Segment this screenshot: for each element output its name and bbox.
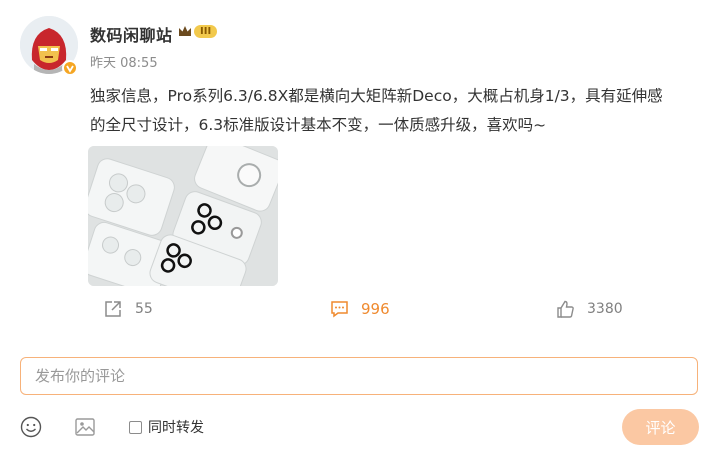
also-repost-option[interactable]: 同时转发 [129, 417, 204, 437]
thumb-up-icon [557, 300, 574, 318]
comment-count: 996 [361, 300, 390, 318]
comment-input[interactable] [21, 358, 675, 394]
post-image[interactable] [88, 146, 278, 286]
also-repost-checkbox[interactable] [129, 420, 142, 434]
emoji-button[interactable] [20, 416, 42, 438]
post-timestamp[interactable]: 昨天 08:55 [90, 52, 158, 71]
verified-badge-icon [62, 60, 78, 76]
submit-comment-button[interactable]: 评论 [622, 409, 699, 445]
repost-count: 55 [135, 301, 153, 317]
post-content: 独家信息，Pro系列6.3/6.8X都是横向大矩阵新Deco，大概占机身1/3，… [90, 82, 705, 140]
share-icon [105, 301, 121, 317]
post-content-line: 的全尺寸设计，6.3标准版设计基本不变，一体质感升级，喜欢吗~ [90, 116, 547, 134]
crown-icon [179, 26, 191, 36]
like-button[interactable]: 3380 [556, 300, 623, 318]
image-icon [75, 418, 95, 436]
emoji-icon [20, 416, 42, 438]
also-repost-label: 同时转发 [148, 420, 204, 436]
repost-button[interactable]: 55 [104, 300, 153, 318]
comment-icon [331, 301, 348, 318]
member-level-badge: III [178, 23, 218, 40]
comment-input-box [20, 357, 698, 395]
author-name[interactable]: 数码闲聊站 [90, 22, 173, 46]
post-content-line: 独家信息，Pro系列6.3/6.8X都是横向大矩阵新Deco，大概占机身1/3，… [90, 87, 663, 105]
like-count: 3380 [587, 301, 623, 317]
comment-button[interactable]: 996 [330, 300, 390, 318]
camera-lens-protectors-photo [88, 146, 278, 286]
image-upload-button[interactable] [74, 416, 96, 438]
level-label: III [194, 25, 218, 38]
